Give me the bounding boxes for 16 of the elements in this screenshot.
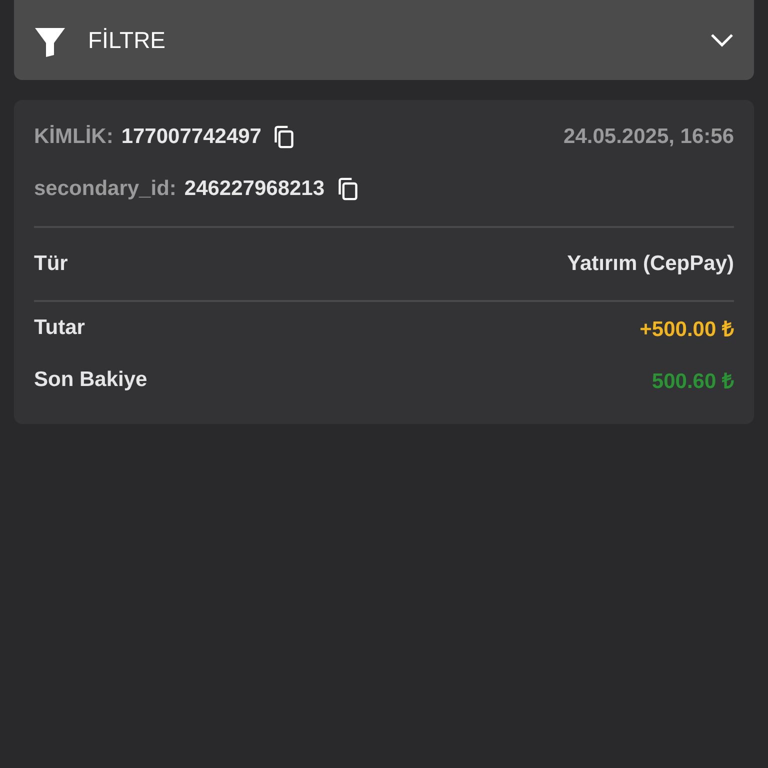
id-value: 177007742497 bbox=[121, 125, 262, 149]
filter-label: FİLTRE bbox=[88, 26, 167, 54]
amount-value: +500.00 ₺ bbox=[640, 317, 734, 342]
id-label: KİMLİK: bbox=[34, 125, 114, 149]
type-value: Yatırım (CepPay) bbox=[567, 252, 734, 276]
amount-value: 500.60 ₺ bbox=[652, 369, 734, 394]
amount-label: Tutar bbox=[34, 316, 85, 340]
filter-bar[interactable]: FİLTRE bbox=[14, 0, 754, 80]
transaction-date: 24.05.2025, 16:56 bbox=[564, 125, 734, 149]
id-label: secondary_id: bbox=[34, 177, 176, 201]
type-label: Tür bbox=[34, 252, 68, 276]
filter-icon bbox=[34, 26, 66, 58]
id-value: 246227968213 bbox=[184, 177, 325, 201]
copy-icon[interactable] bbox=[273, 125, 296, 149]
amount-label: Son Bakiye bbox=[34, 368, 148, 392]
copy-icon[interactable] bbox=[336, 177, 359, 201]
